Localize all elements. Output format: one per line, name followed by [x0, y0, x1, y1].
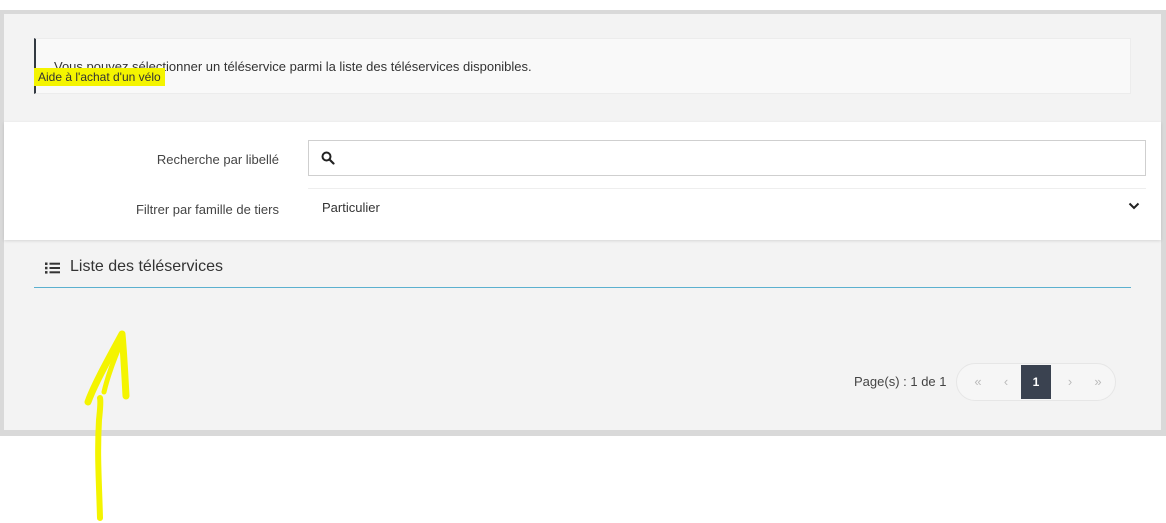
- info-alert: Vous pouvez sélectionner un téléservice …: [34, 38, 1131, 94]
- current-page-button[interactable]: 1: [1021, 365, 1051, 399]
- teleservices-panel: Vous pouvez sélectionner un téléservice …: [4, 14, 1161, 430]
- list-title: Liste des téléservices: [70, 258, 223, 275]
- list-header: Liste des téléservices: [34, 258, 1131, 288]
- search-icon: [321, 151, 335, 165]
- family-filter-value: Particulier: [322, 200, 380, 215]
- family-filter-label: Filtrer par famille de tiers: [135, 202, 279, 217]
- page: Vous pouvez sélectionner un téléservice …: [0, 0, 1166, 523]
- search-input[interactable]: [345, 141, 1135, 175]
- family-filter-select[interactable]: Particulier: [308, 188, 1146, 224]
- search-label: Recherche par libellé: [156, 152, 279, 167]
- pagination: « ‹ 1 › »: [956, 363, 1116, 401]
- prev-page-button[interactable]: ‹: [991, 364, 1021, 400]
- filters-section: Recherche par libellé Filtrer par famill…: [4, 122, 1161, 240]
- list-item-aide-achat-velo[interactable]: Aide à l'achat d'un vélo: [34, 68, 165, 86]
- chevron-down-icon: [1128, 202, 1140, 210]
- content-frame: Vous pouvez sélectionner un téléservice …: [0, 10, 1166, 436]
- list-icon: [45, 262, 60, 274]
- pagination-label: Page(s) : 1 de 1: [854, 374, 947, 389]
- next-page-button[interactable]: ›: [1055, 364, 1085, 400]
- first-page-button[interactable]: «: [963, 364, 993, 400]
- search-field[interactable]: [308, 140, 1146, 176]
- last-page-button[interactable]: »: [1083, 364, 1113, 400]
